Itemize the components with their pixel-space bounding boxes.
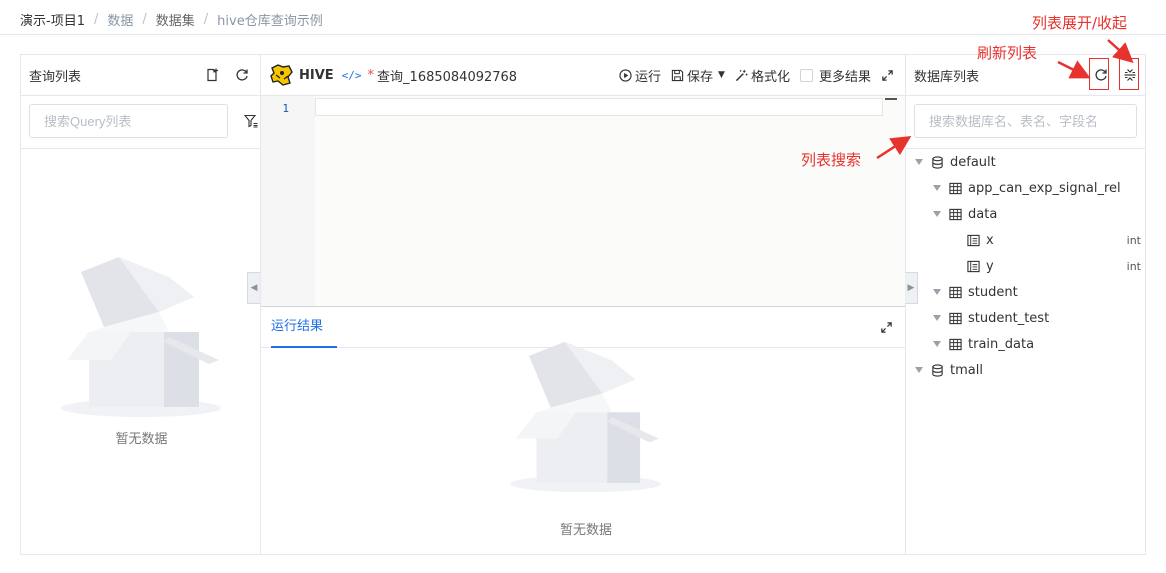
refresh-highlight-box [1089, 58, 1109, 90]
editor-panel: HIVE </> * 查询_1685084092768 运行 保存 ▼ 格式化 … [260, 54, 906, 555]
tree-node-table[interactable]: data [906, 201, 1145, 227]
tab-run-results[interactable]: 运行结果 [271, 306, 337, 348]
tree-node-table[interactable]: app_can_exp_signal_rel [906, 175, 1145, 201]
save-icon [671, 69, 684, 81]
annotation-refresh: 刷新列表 [977, 44, 1038, 62]
breadcrumb-data[interactable]: 数据 [107, 10, 133, 29]
field-icon [967, 260, 980, 272]
tree-node-field[interactable]: x int [906, 227, 1145, 253]
table-icon [949, 338, 962, 350]
expand-caret-icon[interactable] [933, 315, 941, 321]
query-list-divider [21, 148, 260, 149]
code-editor[interactable]: 1 [261, 96, 905, 306]
database-icon [932, 155, 943, 169]
editor-scroll-marker [885, 98, 897, 100]
annotation-toggle: 列表展开/收起 [1032, 14, 1128, 32]
save-label: 保存 [687, 69, 714, 85]
table-icon [949, 208, 962, 220]
tree-node-label: student_test [968, 310, 1050, 326]
tree-node-field[interactable]: y int [906, 253, 1145, 279]
expand-editor-icon[interactable] [881, 69, 897, 82]
tree-node-label: app_can_exp_signal_rel [968, 180, 1121, 196]
tree-node-table[interactable]: train_data [906, 331, 1145, 357]
query-name[interactable]: 查询_1685084092768 [377, 66, 609, 85]
save-button[interactable]: 保存 ▼ [671, 66, 725, 85]
field-type: int [1126, 233, 1141, 247]
run-label: 运行 [635, 69, 662, 85]
table-icon [949, 286, 962, 298]
database-list-panel: 数据库列表 default app_can_exp_signal_rel dat… [905, 54, 1146, 555]
code-tag-icon: </> [341, 68, 362, 82]
engine-label: HIVE [299, 67, 334, 83]
expand-caret-icon[interactable] [915, 367, 923, 373]
tree-node-label: default [950, 154, 996, 170]
tree-node-label: train_data [968, 336, 1035, 352]
breadcrumb: 演示-项目1 / 数据 / 数据集 / hive仓库查询示例 [20, 9, 323, 29]
line-gutter: 1 [261, 96, 315, 306]
more-results-toggle[interactable]: 更多结果 [799, 66, 871, 85]
expand-caret-icon[interactable] [915, 159, 923, 165]
breadcrumb-separator: / [142, 11, 147, 27]
query-list-panel: 查询列表 暂无数据 ◀ [20, 54, 261, 555]
unsaved-mark: * [367, 67, 375, 83]
tree-node-label: x [986, 232, 994, 248]
tree-node-label: tmall [950, 362, 983, 378]
code-input-area[interactable] [315, 96, 905, 306]
line-number: 1 [282, 102, 289, 115]
active-line[interactable] [315, 98, 883, 116]
tree-node-table[interactable]: student_test [906, 305, 1145, 331]
toggle-highlight-box [1119, 58, 1139, 90]
tree-node-label: student [968, 284, 1018, 300]
database-search-input[interactable] [929, 113, 1122, 129]
empty-box-illustration [61, 257, 221, 417]
breadcrumb-current: hive仓库查询示例 [217, 13, 323, 29]
empty-text: 暂无数据 [115, 432, 168, 447]
chevron-down-icon[interactable]: ▼ [718, 70, 725, 80]
expand-caret-icon[interactable] [933, 341, 941, 347]
query-list-empty: 暂无数据 [59, 252, 224, 447]
collapse-left-handle[interactable]: ◀ [247, 272, 260, 304]
breadcrumb-separator: / [203, 11, 209, 27]
format-label: 格式化 [750, 69, 790, 85]
database-icon [932, 363, 943, 377]
query-list-title: 查询列表 [29, 69, 82, 85]
query-search-input[interactable] [44, 113, 213, 129]
query-list-header: 查询列表 [21, 55, 260, 96]
field-icon [967, 234, 980, 246]
breadcrumb-dataset[interactable]: 数据集 [156, 10, 195, 29]
play-icon [619, 68, 632, 82]
annotation-search: 列表搜索 [801, 151, 862, 169]
field-type: int [1126, 259, 1141, 273]
tree-node-table[interactable]: student [906, 279, 1145, 305]
header-divider [0, 34, 1166, 35]
expand-caret-icon[interactable] [933, 289, 941, 295]
more-results-checkbox[interactable] [799, 68, 813, 82]
filter-icon[interactable] [241, 111, 261, 131]
refresh-icon[interactable] [232, 65, 252, 85]
empty-box-illustration [510, 341, 661, 493]
new-query-icon[interactable] [202, 65, 222, 85]
query-search-field[interactable] [29, 104, 228, 138]
table-icon [949, 312, 962, 324]
hive-logo-icon [270, 64, 293, 86]
collapse-right-handle[interactable]: ▶ [905, 272, 918, 304]
tree-node-database[interactable]: tmall [906, 357, 1145, 383]
expand-results-icon[interactable] [880, 321, 893, 338]
breadcrumb-separator: / [93, 11, 99, 27]
format-button[interactable]: 格式化 [735, 66, 790, 85]
editor-toolbar: HIVE </> * 查询_1685084092768 运行 保存 ▼ 格式化 … [261, 55, 905, 96]
database-search-field[interactable] [914, 104, 1137, 138]
empty-text: 暂无数据 [559, 523, 612, 538]
breadcrumb-project[interactable]: 演示-项目1 [20, 10, 85, 29]
tree-node-label: y [986, 258, 994, 274]
expand-caret-icon[interactable] [933, 185, 941, 191]
run-button[interactable]: 运行 [619, 66, 661, 85]
tree-node-label: data [968, 206, 998, 222]
tree-node-database[interactable]: default [906, 149, 1145, 175]
magic-wand-icon [735, 69, 748, 81]
more-results-label: 更多结果 [818, 69, 871, 85]
results-empty: 暂无数据 [506, 337, 666, 538]
expand-caret-icon[interactable] [933, 211, 941, 217]
table-icon [949, 182, 962, 194]
